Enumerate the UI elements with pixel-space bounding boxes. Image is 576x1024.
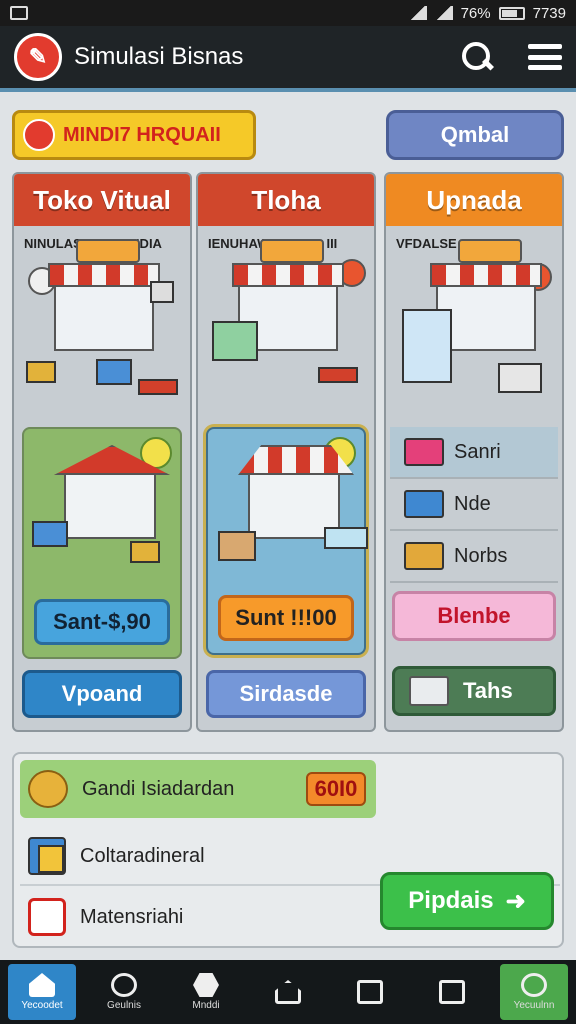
store-illustration [198, 239, 374, 421]
blend-button[interactable]: Blenbe [392, 591, 556, 641]
column-toko-virtual: Toko Vitual NINULASEBBWANDIA Sant-$,90 V… [12, 172, 192, 732]
list-item[interactable]: Norbs [390, 531, 558, 583]
top-row: MINDI7 HRQUAII Qmbal [12, 110, 564, 162]
hexagon-icon [193, 973, 219, 997]
price-button[interactable]: Sant-$,90 [34, 599, 170, 645]
column-title[interactable]: Upnada [386, 174, 562, 226]
bottom-panel: Gandi Isiadardan 60I0 Coltaradineral Mat… [12, 752, 564, 948]
promo-label: MINDI7 HRQUAII [63, 123, 221, 146]
global-button[interactable]: Qmbal [386, 110, 564, 160]
item-list: Sanri Nde Norbs [390, 427, 558, 583]
box-icon [218, 531, 256, 561]
store-illustration [14, 239, 190, 421]
column-title[interactable]: Toko Vitual [14, 174, 190, 226]
location-icon [521, 973, 547, 997]
main-panel: MINDI7 HRQUAII Qmbal Toko Vitual NINULAS… [0, 88, 576, 960]
gift-box-icon [404, 438, 444, 466]
package-icon [404, 542, 444, 570]
people-icon [111, 973, 137, 997]
stack-icon [409, 676, 449, 706]
nav-exchange[interactable] [418, 964, 486, 1020]
battery-percent: 76% [460, 4, 491, 22]
wifi-icon [408, 6, 427, 20]
tahs-label: Tahs [463, 678, 513, 703]
column-tloha: Tloha IENUHAWISSHING III Sunt !!!00 Sird… [196, 172, 376, 732]
nav-label: Geulnis [107, 1000, 141, 1011]
machine-icon [32, 521, 68, 547]
collateral-label: Coltaradineral [80, 844, 205, 867]
price-button[interactable]: Sunt !!!00 [218, 595, 354, 641]
list-icon [357, 980, 383, 1004]
nav-settings[interactable]: Mnddi [172, 964, 240, 1020]
battery-icon [498, 6, 525, 20]
nav-house[interactable] [254, 964, 322, 1020]
nav-characters[interactable]: Geulnis [90, 964, 158, 1020]
document-icon [28, 837, 66, 875]
income-row[interactable]: Gandi Isiadardan 60I0 [20, 760, 376, 818]
column-title[interactable]: Tloha [198, 174, 374, 226]
promo-button[interactable]: MINDI7 HRQUAII [12, 110, 256, 160]
status-right: 76% 7739 [408, 4, 566, 22]
column-upnada: Upnada VFDALSE Sanri Nde Norbs Blenbe Ta… [384, 172, 564, 732]
clock: 7739 [532, 4, 566, 22]
house-outline-icon [275, 980, 301, 1004]
exchange-icon [439, 980, 465, 1004]
cart-icon [130, 541, 160, 563]
crate-icon [138, 379, 178, 395]
play-label: Pipdais [408, 887, 494, 914]
box-icon [26, 361, 56, 383]
blocked-icon [28, 898, 66, 936]
list-item-label: Norbs [454, 544, 508, 567]
list-item-label: Nde [454, 492, 491, 515]
coins-icon [28, 770, 68, 808]
product-card[interactable]: Sant-$,90 [22, 427, 182, 659]
bottom-nav: Yecoodet Geulnis Mnddi Yecuulnn [0, 960, 576, 1024]
nav-home[interactable]: Yecoodet [8, 964, 76, 1020]
nav-list[interactable] [336, 964, 404, 1020]
tahs-button[interactable]: Tahs [392, 666, 556, 716]
menu-icon[interactable] [528, 44, 562, 70]
app-logo-icon: ✎ [14, 33, 62, 81]
play-button[interactable]: Pipdais ➜ [380, 872, 554, 930]
search-icon[interactable] [460, 40, 494, 74]
nav-label: Yecuulnn [513, 1000, 555, 1011]
tablet-icon [402, 309, 452, 383]
maintenance-label: Matensriahi [80, 905, 184, 928]
maintenance-row[interactable]: Matensriahi [20, 888, 376, 946]
tray-icon [324, 527, 368, 549]
arrow-right-icon: ➜ [505, 887, 526, 915]
home-icon [29, 973, 55, 997]
expand-button[interactable]: Vpoand [22, 670, 182, 718]
app-bar: ✎ Simulasi Bisnas [0, 26, 576, 88]
product-card-selected[interactable]: Sunt !!!00 [206, 427, 368, 655]
truck-icon [404, 490, 444, 518]
register-icon [318, 367, 358, 383]
list-item-label: Sanri [454, 440, 501, 463]
nav-label: Yecoodet [21, 1000, 63, 1011]
wrench-icon [23, 119, 55, 151]
list-item[interactable]: Sanri [390, 427, 558, 479]
nav-label: Mnddi [192, 1000, 220, 1011]
laptop-icon [96, 359, 132, 385]
register-icon [498, 363, 542, 393]
app-actions [460, 40, 562, 74]
income-label: Gandi Isiadardan [82, 777, 235, 800]
signal-icon [434, 6, 453, 20]
house-store-icon [54, 445, 170, 539]
cube-icon [150, 281, 174, 303]
nav-map[interactable]: Yecuulnn [500, 964, 568, 1020]
score-badge: 60I0 [306, 772, 366, 806]
simulate-button[interactable]: Sirdasde [206, 670, 366, 718]
gallery-icon [10, 6, 28, 20]
list-item[interactable]: Nde [390, 479, 558, 531]
shop-icon [48, 239, 160, 351]
status-bar: 76% 7739 [0, 0, 576, 26]
monitor-icon [212, 321, 258, 361]
store-illustration [386, 239, 562, 421]
app-title: Simulasi Bisnas [74, 43, 244, 70]
